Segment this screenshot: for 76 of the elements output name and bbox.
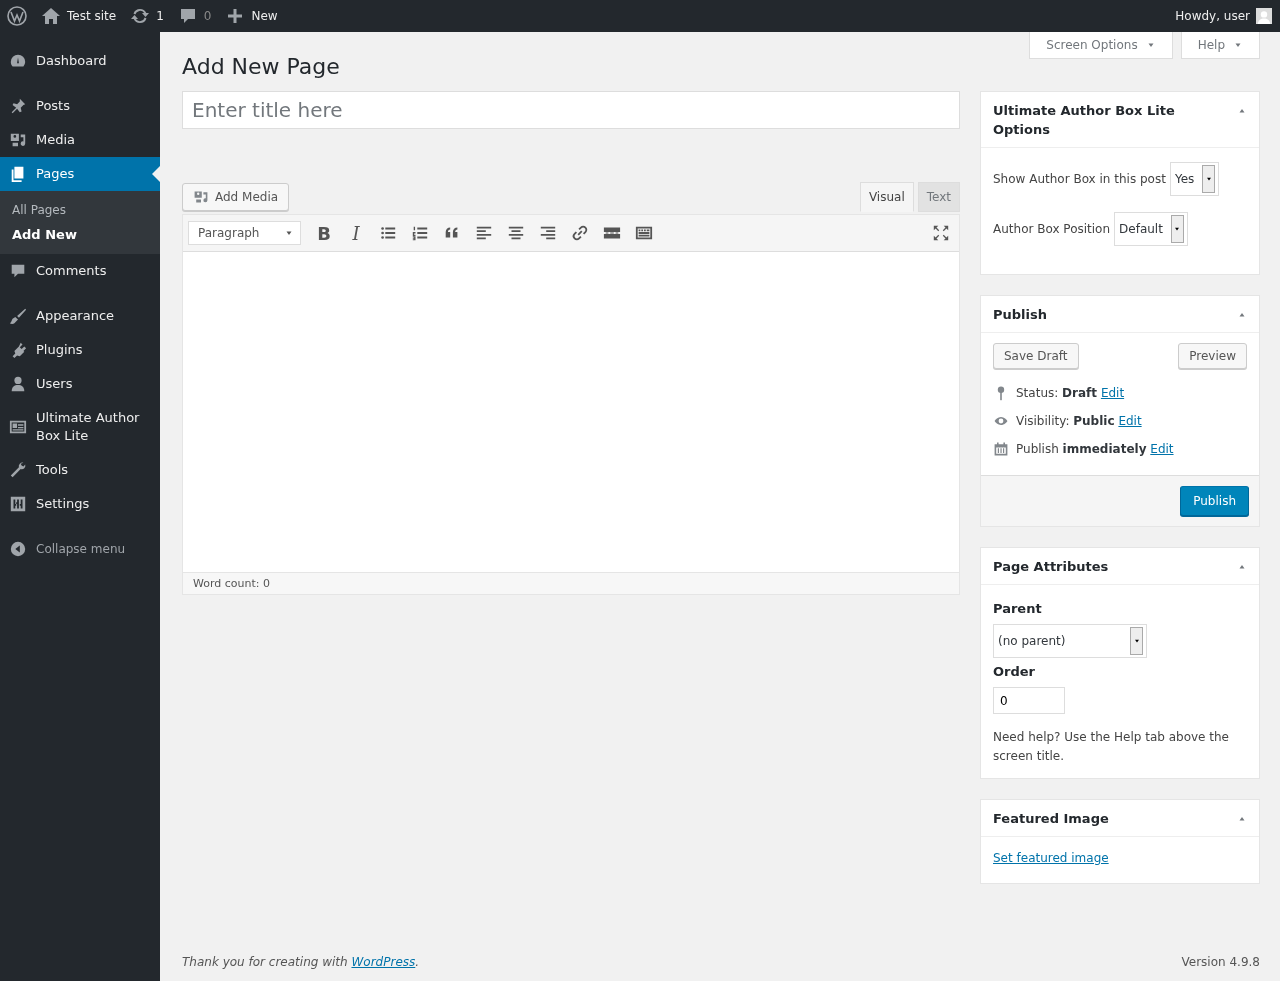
status-text: Visibility: Public Edit <box>1016 414 1142 428</box>
add-media-button[interactable]: Add Media <box>182 183 290 211</box>
media-icon <box>9 131 27 149</box>
page-title: Add New Page <box>182 54 341 79</box>
title-field[interactable]: Enter title here <box>182 91 960 129</box>
menu-item[interactable]: Settings <box>0 487 160 521</box>
field-label: Parent <box>993 601 1043 616</box>
new-link[interactable]: New <box>225 6 278 26</box>
menu-item[interactable]: Ultimate Author Box Lite <box>0 401 160 453</box>
edit-link[interactable]: Edit <box>1150 442 1174 456</box>
align-center-icon[interactable] <box>507 224 525 242</box>
keyboard-icon[interactable] <box>635 224 653 242</box>
user-icon <box>9 375 27 393</box>
menu-item[interactable]: Dashboard <box>0 44 160 78</box>
media-icon <box>193 189 209 205</box>
publish-button[interactable]: Publish <box>1180 486 1249 516</box>
menu-item[interactable]: Appearance <box>0 299 160 333</box>
edit-link[interactable]: Edit <box>1100 386 1125 400</box>
logo-icon[interactable] <box>7 6 27 26</box>
collapse-menu-button[interactable]: Collapse menu <box>0 532 160 566</box>
select-dropdown[interactable]: Default <box>1114 212 1188 246</box>
set-featured-image-link[interactable]: Set featured image <box>993 847 1109 871</box>
field-label: Show Author Box in this post <box>993 172 1166 186</box>
box-title: Page Attributes <box>993 558 1109 576</box>
speech-bubble-icon <box>9 262 27 280</box>
preview-button[interactable]: Preview <box>1178 343 1247 369</box>
editor-tab[interactable]: Visual <box>859 182 914 212</box>
sliders-icon <box>9 495 27 513</box>
bulleted-list-icon[interactable] <box>379 224 397 242</box>
fullscreen-icon[interactable] <box>932 224 950 242</box>
link-icon[interactable] <box>571 224 589 242</box>
field-label: Author Box Position <box>993 222 1111 236</box>
help-text: Need help? Use the Help tab above the screen title. <box>993 729 1230 765</box>
submenu-item[interactable]: Add New <box>0 222 160 247</box>
site-link[interactable]: Test site <box>41 6 117 26</box>
menu-item[interactable]: Comments <box>0 254 160 288</box>
edit-link[interactable]: Edit <box>1118 414 1142 428</box>
updates-link[interactable]: 1 <box>130 6 164 26</box>
screen-meta-tab[interactable]: Help <box>1180 32 1260 59</box>
italic-button[interactable]: I <box>347 222 365 244</box>
bold-button[interactable]: B <box>315 222 333 244</box>
menu-item[interactable]: Users <box>0 367 160 401</box>
select-dropdown[interactable]: (no parent) <box>993 624 1147 658</box>
id-card-icon <box>9 418 27 436</box>
order-field[interactable]: 0 <box>993 687 1065 714</box>
word-count: Word count: 0 <box>193 577 270 590</box>
screen-meta-tab[interactable]: Screen Options <box>1029 32 1173 59</box>
comments-link[interactable]: 0 <box>177 6 212 26</box>
menu-item[interactable]: Pages <box>0 157 160 191</box>
calendar-icon <box>993 441 1009 457</box>
save-draft-button[interactable]: Save Draft <box>993 343 1079 369</box>
field-label: Order <box>993 664 1036 679</box>
format-dropdown[interactable]: Paragraph <box>188 221 301 245</box>
version-text: Version 4.9.8 <box>1181 955 1260 969</box>
menu-item[interactable]: Plugins <box>0 333 160 367</box>
pushpin-icon <box>9 97 27 115</box>
box-title: Publish <box>993 306 1047 324</box>
submenu-item[interactable]: All Pages <box>0 198 160 222</box>
box-title: Featured Image <box>993 810 1109 828</box>
menu-item[interactable]: Media <box>0 123 160 157</box>
paintbrush-icon <box>9 307 27 325</box>
status-text: Publish immediately Edit <box>1016 442 1174 456</box>
footer-text: Thank you for creating with WordPress. <box>182 955 420 969</box>
align-left-icon[interactable] <box>475 224 493 242</box>
menu-item[interactable]: Tools <box>0 453 160 487</box>
account-link[interactable]: Howdy, user <box>1175 8 1272 24</box>
align-right-icon[interactable] <box>539 224 557 242</box>
wrench-icon <box>9 461 27 479</box>
numbered-list-icon[interactable] <box>411 224 429 242</box>
home-icon <box>41 6 61 26</box>
select-dropdown[interactable]: Yes <box>1169 162 1220 196</box>
menu-item[interactable]: Posts <box>0 89 160 123</box>
status-text: Status: Draft Edit <box>1016 386 1125 400</box>
refresh-icon <box>130 6 151 26</box>
avatar-icon <box>1256 8 1272 24</box>
box-title: Ultimate Author Box Lite Options <box>993 102 1176 139</box>
